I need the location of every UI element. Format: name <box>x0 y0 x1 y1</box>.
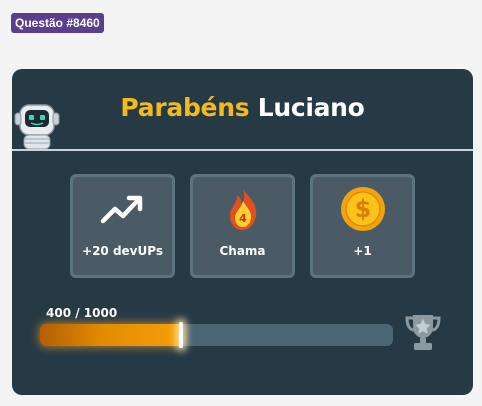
progress-marker <box>179 322 184 348</box>
flame-count: 4 <box>239 212 247 225</box>
progress-bar <box>40 322 393 348</box>
dollar-coin-icon: $ <box>340 187 385 231</box>
user-name: Luciano <box>257 93 365 122</box>
congrats-title: Parabéns Luciano <box>12 91 473 125</box>
reward-tile-devups[interactable]: +20 devUPs <box>70 174 175 278</box>
flame-icon: 4 <box>229 189 256 230</box>
reward-label: +1 <box>353 244 372 258</box>
trending-up-icon <box>100 195 142 224</box>
reward-tile-flame[interactable]: 4 Chama <box>190 174 295 278</box>
trophy-icon <box>405 315 441 350</box>
reward-card: Parabéns Luciano +20 devUPs 4 Chama $ +1… <box>12 69 473 395</box>
greeting-text: Parabéns <box>120 93 250 122</box>
question-badge: Questão #8460 <box>11 13 104 33</box>
svg-text:$: $ <box>354 195 371 223</box>
reward-tile-coin[interactable]: $ +1 <box>310 174 415 278</box>
reward-label: +20 devUPs <box>82 244 163 258</box>
progress-fill <box>40 324 182 346</box>
header-divider <box>12 149 473 151</box>
progress-text: 400 / 1000 <box>46 306 118 320</box>
reward-label: Chama <box>219 244 266 258</box>
reward-tiles: +20 devUPs 4 Chama $ +1 <box>70 174 415 278</box>
